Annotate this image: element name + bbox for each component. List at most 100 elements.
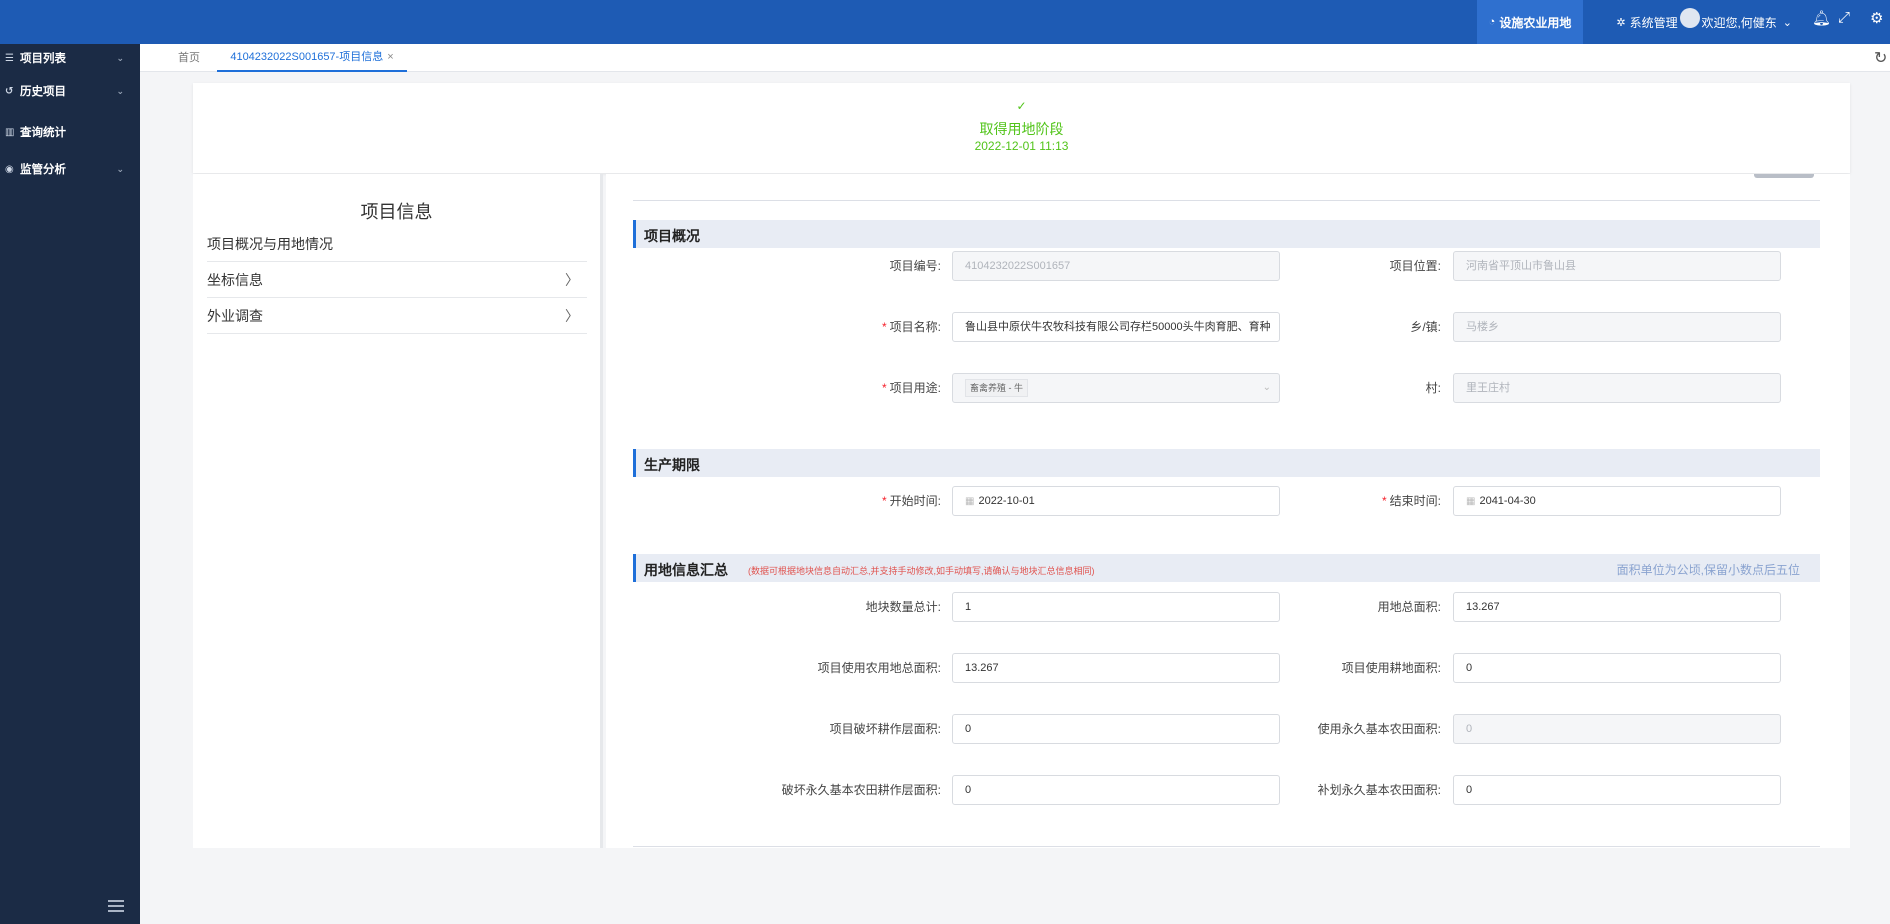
agri-land-area-label: 项目使用农用地总面积: (817, 661, 941, 675)
end-date-picker[interactable]: ▦ 2041-04-30 (1453, 486, 1781, 516)
project-info-nav: 项目信息 项目概况与用地情况 坐标信息 〉 外业调查 〉 (193, 174, 603, 848)
village-field[interactable]: 里王庄村 (1453, 373, 1781, 403)
required-mark: * (1381, 494, 1387, 508)
stage-date: 2022-12-01 11:13 (974, 139, 1069, 153)
top-navbar: ◔ 设施农业用地 ✲ 系统管理 欢迎您,何健东 ⌄ 🔔︎ ⤢ ⚙ (0, 0, 1890, 44)
sidebar-item-supervision-analysis[interactable]: ◉ 监管分析 ⌄ (0, 159, 140, 179)
end-date-value: 2041-04-30 (1479, 495, 1536, 507)
section-land-info: 用地信息汇总 (数据可根据地块信息自动汇总,并支持手动修改,如手动填写,请确认与… (633, 554, 1820, 582)
town-field[interactable]: 马楼乡 (1453, 312, 1781, 342)
section-note: (数据可根据地块信息自动汇总,并支持手动修改,如手动填写,请确认与地块汇总信息相… (748, 566, 1095, 576)
cultivated-land-area-field[interactable]: 0 (1453, 653, 1781, 683)
monitor-icon: ◉ (5, 163, 14, 175)
menu-label: 坐标信息 (207, 272, 263, 288)
pie-chart-icon: ◔ (1488, 16, 1496, 28)
stage-title: 取得用地阶段 (979, 121, 1064, 137)
chevron-down-icon: ⌄ (116, 85, 124, 96)
project-use-select[interactable]: 畜禽养殖 - 牛 ⌄ (952, 373, 1280, 403)
sidebar-item-label: 查询统计 (20, 127, 66, 139)
divider (633, 200, 1820, 201)
required-mark: * (881, 381, 887, 395)
section-title: 项目概况 (644, 228, 700, 244)
menu-label: 外业调查 (207, 308, 263, 324)
calendar-icon: ▦ (1466, 496, 1476, 507)
bell-icon[interactable]: 🔔︎ (1812, 9, 1831, 27)
parcel-count-label: 地块数量总计: (865, 600, 941, 614)
supplemented-farmland-area-field[interactable]: 0 (1453, 775, 1781, 805)
permanent-farmland-area-label: 使用永久基本农田面积: (1317, 722, 1441, 736)
required-mark: * (881, 494, 887, 508)
project-name-label: * 项目名称: (806, 312, 941, 342)
project-use-label: * 项目用途: (806, 373, 941, 403)
project-use-label-text: 项目用途: (889, 381, 941, 395)
sidebar-item-label: 历史项目 (20, 86, 66, 98)
user-menu[interactable]: 欢迎您,何健东 ⌄ (1676, 0, 1796, 44)
top-action-button[interactable] (1754, 174, 1814, 178)
tab-bar: 首页 4104232022S001657-项目信息 × ↻ (140, 44, 1890, 72)
refresh-icon[interactable]: ↻ (1874, 48, 1887, 68)
fullscreen-icon[interactable]: ⤢ (1838, 9, 1850, 26)
damaged-tillage-area-label: 项目破坏耕作层面积: (829, 722, 941, 736)
close-icon[interactable]: × (387, 51, 393, 63)
sidebar-item-query-stats[interactable]: ▥ 查询统计 (0, 122, 140, 142)
gears-icon: ✲ (1616, 16, 1626, 29)
sidebar-collapse-icon[interactable] (108, 900, 124, 914)
sidebar-item-label: 监管分析 (20, 164, 66, 176)
welcome-text: 欢迎您,何健东 (1701, 15, 1777, 30)
start-date-label: * 开始时间: (806, 486, 941, 516)
menu-label: 项目概况与用地情况 (207, 236, 333, 252)
sidebar-item-label: 项目列表 (20, 53, 66, 65)
unit-hint: 面积单位为公顷,保留小数点后五位 (1616, 563, 1800, 577)
sidebar: ☰ 项目列表 ⌄ ↺ 历史项目 ⌄ ▥ 查询统计 ◉ 监管分析 ⌄ (0, 44, 140, 924)
stage-status-card: ✓ 取得用地阶段 2022-12-01 11:13 (193, 83, 1850, 173)
menu-field-survey[interactable]: 外业调查 〉 (207, 298, 587, 334)
total-land-area-field[interactable]: 13.267 (1453, 592, 1781, 622)
section-title: 用地信息汇总 (644, 562, 728, 578)
sidebar-item-history-projects[interactable]: ↺ 历史项目 ⌄ (0, 81, 140, 101)
project-location-label: 项目位置: (1389, 259, 1441, 273)
project-code-field[interactable]: 4104232022S001657 (952, 251, 1280, 281)
nav-facility-agri-land[interactable]: ◔ 设施农业用地 (1477, 0, 1583, 44)
required-mark: * (881, 320, 887, 334)
project-location-field[interactable]: 河南省平顶山市鲁山县 (1453, 251, 1781, 281)
start-date-picker[interactable]: ▦ 2022-10-01 (952, 486, 1280, 516)
chevron-down-icon: ⌄ (1262, 382, 1271, 393)
calendar-icon: ▦ (965, 496, 975, 507)
village-label: 村: (1425, 381, 1441, 395)
chevron-down-icon: ⌄ (1782, 16, 1792, 29)
start-date-label-text: 开始时间: (889, 494, 941, 508)
tab-home[interactable]: 首页 (178, 44, 200, 72)
section-overview: 项目概况 (633, 220, 1820, 248)
list-icon: ☰ (5, 52, 14, 64)
tab-project-info[interactable]: 4104232022S001657-项目信息 × (217, 44, 407, 72)
damaged-permanent-tillage-label: 破坏永久基本农田耕作层面积: (781, 783, 941, 797)
section-title: 生产期限 (644, 457, 700, 473)
project-form: 项目概况 项目编号: 4104232022S001657 项目位置: 河南省平顶… (606, 174, 1850, 848)
project-code-label: 项目编号: (889, 259, 941, 273)
menu-overview-land[interactable]: 项目概况与用地情况 (207, 226, 587, 262)
check-icon: ✓ (1016, 99, 1027, 113)
history-icon: ↺ (5, 85, 14, 97)
end-date-label: * 结束时间: (1306, 486, 1441, 516)
permanent-farmland-area-field[interactable]: 0 (1453, 714, 1781, 744)
divider (633, 846, 1820, 847)
project-name-field[interactable]: 鲁山县中原伏牛农牧科技有限公司存栏50000头牛肉育肥、育种 (952, 312, 1280, 342)
selected-tag: 畜禽养殖 - 牛 (965, 379, 1028, 397)
nav-facility-agri-land-label: 设施农业用地 (1499, 15, 1572, 30)
end-date-label-text: 结束时间: (1389, 494, 1441, 508)
bar-chart-icon: ▥ (5, 126, 15, 138)
chevron-right-icon: 〉 (565, 308, 579, 324)
main-content: ✓ 取得用地阶段 2022-12-01 11:13 项目信息 项目概况与用地情况… (140, 72, 1890, 924)
chevron-down-icon: ⌄ (116, 52, 124, 63)
section-period: 生产期限 (633, 449, 1820, 477)
menu-coordinates[interactable]: 坐标信息 〉 (207, 262, 587, 298)
project-info-title: 项目信息 (360, 202, 433, 222)
chevron-down-icon: ⌄ (116, 163, 124, 174)
start-date-value: 2022-10-01 (978, 495, 1035, 507)
supplemented-farmland-area-label: 补划永久基本农田面积: (1317, 783, 1441, 797)
total-land-area-label: 用地总面积: (1377, 600, 1441, 614)
sidebar-item-project-list[interactable]: ☰ 项目列表 ⌄ (0, 48, 140, 68)
town-label: 乡/镇: (1410, 320, 1441, 334)
settings-icon[interactable]: ⚙ (1870, 9, 1883, 27)
project-name-label-text: 项目名称: (889, 320, 941, 334)
